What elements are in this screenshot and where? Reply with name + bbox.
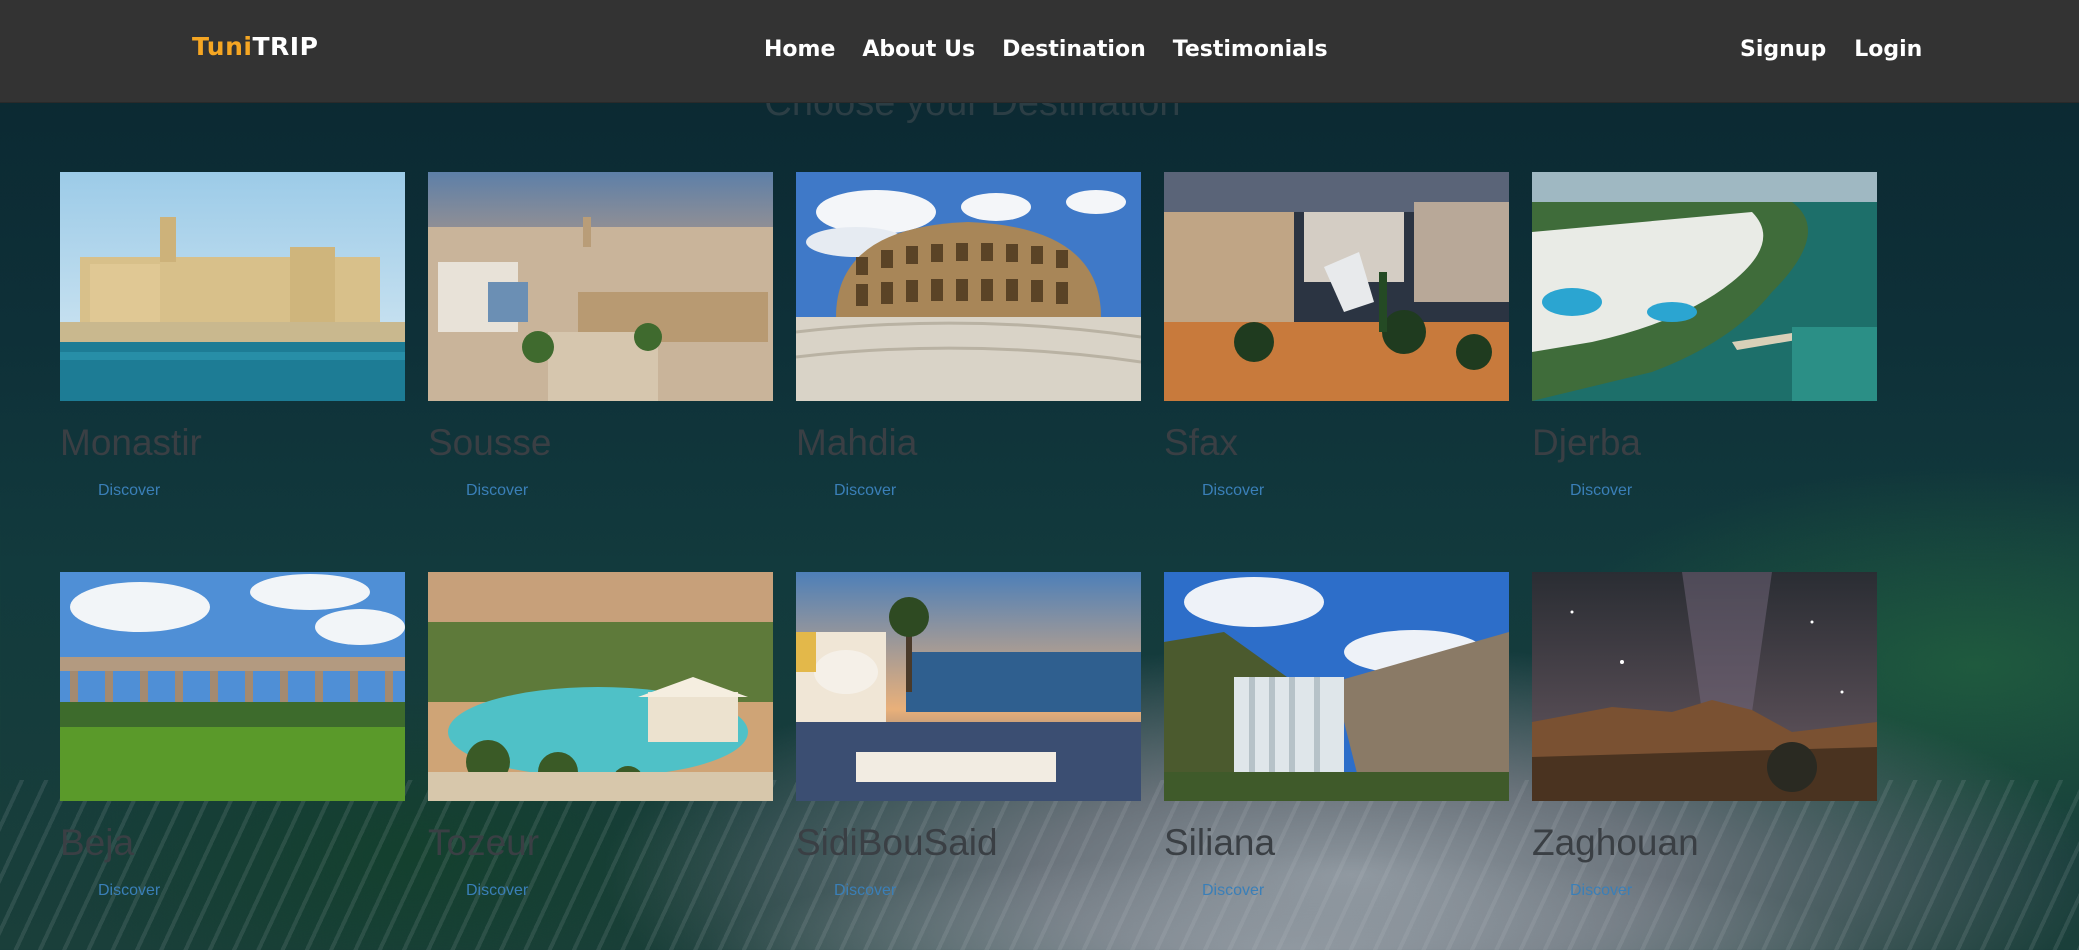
destination-name-siliana: Siliana: [1164, 822, 1276, 863]
destination-image-tozeur[interactable]: [428, 572, 773, 801]
destination-name-monastir: Monastir: [60, 422, 202, 463]
nav-login[interactable]: Login: [1854, 37, 1922, 62]
destination-image-sousse[interactable]: [428, 172, 773, 401]
destination-image-siliana[interactable]: [1164, 572, 1509, 801]
destination-name-sfax: Sfax: [1164, 422, 1239, 463]
brand-logo-part2: TRIP: [252, 32, 319, 61]
discover-link-sfax[interactable]: Discover: [1202, 482, 1264, 500]
discover-link-tozeur[interactable]: Discover: [466, 882, 528, 900]
navbar: TuniTRIP Home About Us Destination Testi…: [0, 0, 2079, 103]
destination-card-sousse: Sousse Discover: [428, 172, 773, 572]
destination-image-sfax[interactable]: [1164, 172, 1509, 401]
discover-link-zaghouan[interactable]: Discover: [1570, 882, 1632, 900]
destination-card-monastir: Monastir Discover: [60, 172, 405, 572]
discover-link-mahdia[interactable]: Discover: [834, 482, 896, 500]
destination-image-zaghouan[interactable]: [1532, 572, 1877, 801]
destination-card-beja: Beja Discover: [60, 572, 405, 950]
discover-link-sousse[interactable]: Discover: [466, 482, 528, 500]
discover-link-sidibousaid[interactable]: Discover: [834, 882, 896, 900]
destination-image-djerba[interactable]: [1532, 172, 1877, 401]
nav-signup[interactable]: Signup: [1740, 37, 1826, 62]
destination-grid: Monastir Discover Sousse Discover Mahdia…: [60, 172, 1877, 950]
auth-nav: Signup Login: [1740, 37, 1922, 62]
discover-link-siliana[interactable]: Discover: [1202, 882, 1264, 900]
destination-name-sidibousaid: SidiBouSaid: [796, 822, 998, 863]
brand-logo[interactable]: TuniTRIP: [192, 32, 318, 61]
destination-card-siliana: Siliana Discover: [1164, 572, 1509, 950]
nav-about-us[interactable]: About Us: [862, 37, 975, 62]
destination-card-tozeur: Tozeur Discover: [428, 572, 773, 950]
destination-name-sousse: Sousse: [428, 422, 552, 463]
destination-name-mahdia: Mahdia: [796, 422, 918, 463]
destination-image-sidibousaid[interactable]: [796, 572, 1141, 801]
destination-image-mahdia[interactable]: [796, 172, 1141, 401]
nav-testimonials[interactable]: Testimonials: [1173, 37, 1328, 62]
main-nav: Home About Us Destination Testimonials: [764, 37, 1328, 62]
nav-destination[interactable]: Destination: [1002, 37, 1146, 62]
brand-logo-part1: Tuni: [192, 32, 253, 61]
destination-name-zaghouan: Zaghouan: [1532, 822, 1699, 863]
destination-name-beja: Beja: [60, 822, 135, 863]
destination-image-monastir[interactable]: [60, 172, 405, 401]
destination-card-zaghouan: Zaghouan Discover: [1532, 572, 1877, 950]
destination-card-djerba: Djerba Discover: [1532, 172, 1877, 572]
discover-link-djerba[interactable]: Discover: [1570, 482, 1632, 500]
destination-card-sfax: Sfax Discover: [1164, 172, 1509, 572]
destination-name-djerba: Djerba: [1532, 422, 1641, 463]
destination-card-sidibousaid: SidiBouSaid Discover: [796, 572, 1141, 950]
nav-home[interactable]: Home: [764, 37, 835, 62]
discover-link-beja[interactable]: Discover: [98, 882, 160, 900]
destination-name-tozeur: Tozeur: [428, 822, 540, 863]
destination-card-mahdia: Mahdia Discover: [796, 172, 1141, 572]
destination-image-beja[interactable]: [60, 572, 405, 801]
discover-link-monastir[interactable]: Discover: [98, 482, 160, 500]
